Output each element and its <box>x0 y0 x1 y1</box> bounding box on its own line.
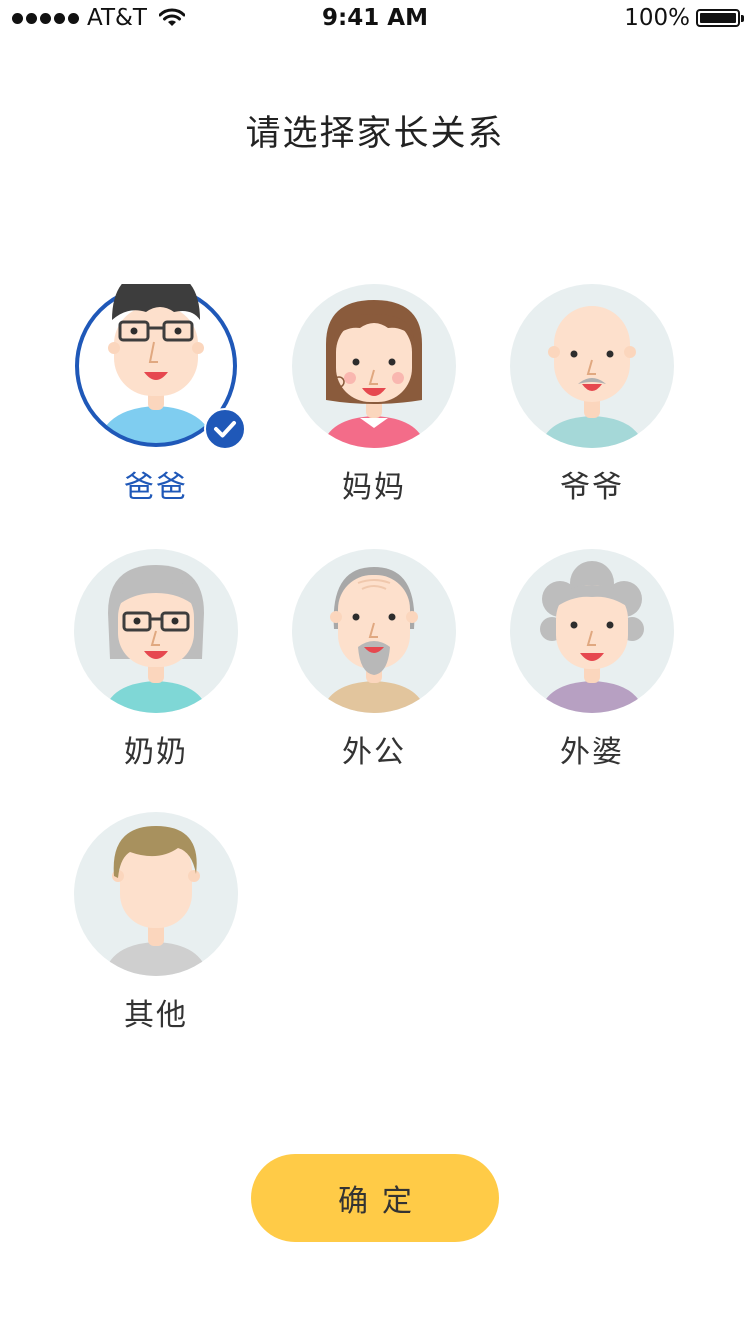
maternal-grandfather-avatar-icon <box>292 549 456 713</box>
relation-label: 外公 <box>342 735 406 770</box>
mother-avatar-icon <box>292 284 456 448</box>
relation-option-other[interactable]: 其他 <box>56 812 256 1042</box>
relation-option-maternal-grandmother[interactable]: 外婆 <box>492 549 692 779</box>
relation-option-father[interactable]: 爸爸 <box>56 284 256 514</box>
relation-label: 外婆 <box>560 735 624 770</box>
relation-label: 奶奶 <box>124 735 188 770</box>
relation-label: 其他 <box>124 998 188 1033</box>
relation-label: 爸爸 <box>124 470 188 505</box>
status-bar: AT&T 9:41 AM 100% <box>0 0 750 40</box>
page-title: 请选择家长关系 <box>245 114 505 154</box>
relation-option-mother[interactable]: 妈妈 <box>274 284 474 514</box>
grandfather-avatar-icon <box>510 284 674 448</box>
status-right: 100% <box>624 5 744 31</box>
grandmother-avatar-icon <box>74 549 238 713</box>
maternal-grandmother-avatar-icon <box>510 549 674 713</box>
other-avatar-icon <box>74 812 238 976</box>
relation-label: 妈妈 <box>342 470 406 505</box>
relation-option-maternal-grandfather[interactable]: 外公 <box>274 549 474 779</box>
relation-label: 爷爷 <box>560 470 624 505</box>
selected-check-icon <box>204 408 246 450</box>
relation-option-grandfather[interactable]: 爷爷 <box>492 284 692 514</box>
battery-icon <box>696 9 744 27</box>
relation-option-grandmother[interactable]: 奶奶 <box>56 549 256 779</box>
father-avatar-icon <box>74 284 246 450</box>
confirm-button[interactable]: 确定 <box>251 1154 499 1242</box>
battery-percent: 100% <box>624 5 690 31</box>
